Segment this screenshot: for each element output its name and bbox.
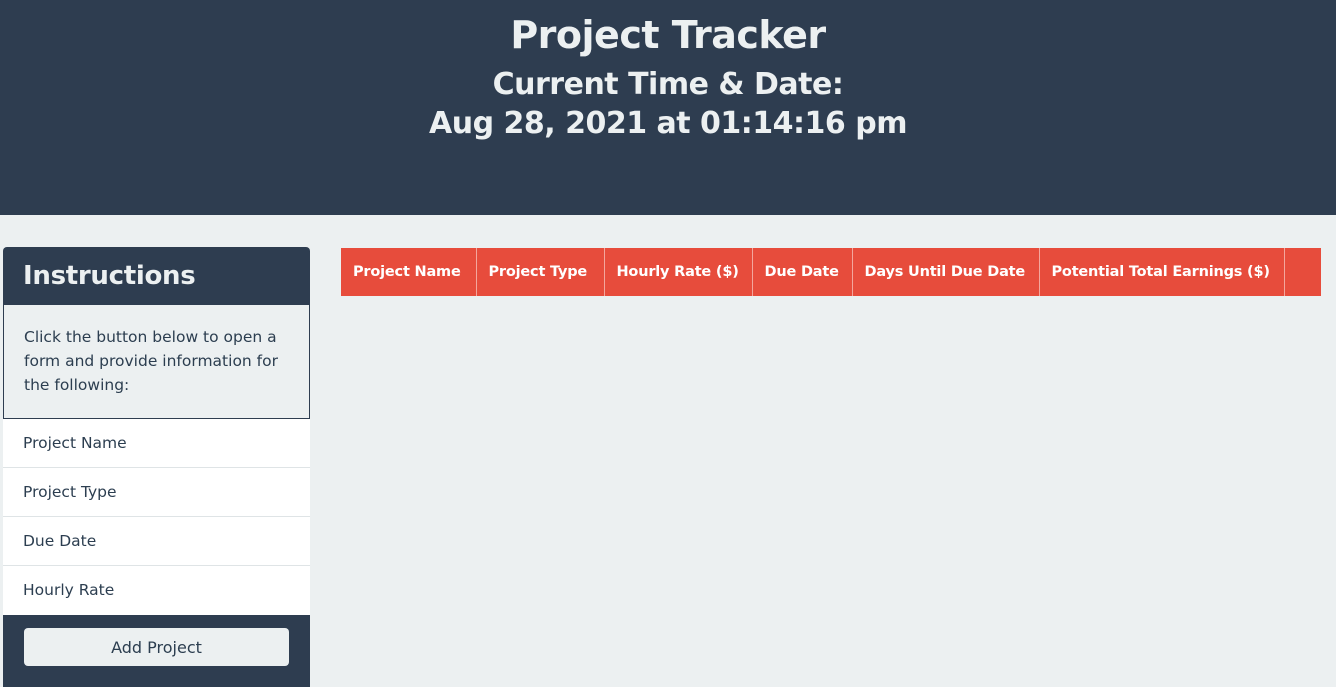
page-header: Project Tracker Current Time & Date: Aug… xyxy=(0,0,1336,215)
column-header-potential-earnings: Potential Total Earnings ($) xyxy=(1039,248,1285,296)
instructions-description: Click the button below to open a form an… xyxy=(3,305,310,418)
table-header: Project Name Project Type Hourly Rate ($… xyxy=(341,248,1321,296)
instructions-panel: Instructions Click the button below to o… xyxy=(3,247,310,687)
list-item-project-name: Project Name xyxy=(3,419,310,468)
column-header-hourly-rate: Hourly Rate ($) xyxy=(604,248,753,296)
column-header-actions xyxy=(1284,248,1321,296)
projects-table: Project Name Project Type Hourly Rate ($… xyxy=(341,248,1321,296)
instructions-list: Project Name Project Type Due Date Hourl… xyxy=(3,418,310,615)
list-item-due-date: Due Date xyxy=(3,517,310,566)
list-item-hourly-rate: Hourly Rate xyxy=(23,581,115,599)
column-header-due-date: Due Date xyxy=(752,248,853,296)
page-title: Project Tracker xyxy=(510,13,826,57)
projects-table-container: Project Name Project Type Hourly Rate ($… xyxy=(341,248,1321,296)
column-header-project-type: Project Type xyxy=(476,248,605,296)
column-header-project-name: Project Name xyxy=(341,248,477,296)
instructions-title: Instructions xyxy=(23,261,196,291)
column-header-days-until-due: Days Until Due Date xyxy=(852,248,1040,296)
add-project-button[interactable]: Add Project xyxy=(24,628,289,666)
current-time-label: Current Time & Date: xyxy=(492,67,844,102)
current-time-value: Aug 28, 2021 at 01:14:16 pm xyxy=(429,106,907,141)
list-item-project-type: Project Type xyxy=(3,468,310,517)
table-header-row: Project Name Project Type Hourly Rate ($… xyxy=(341,248,1321,296)
